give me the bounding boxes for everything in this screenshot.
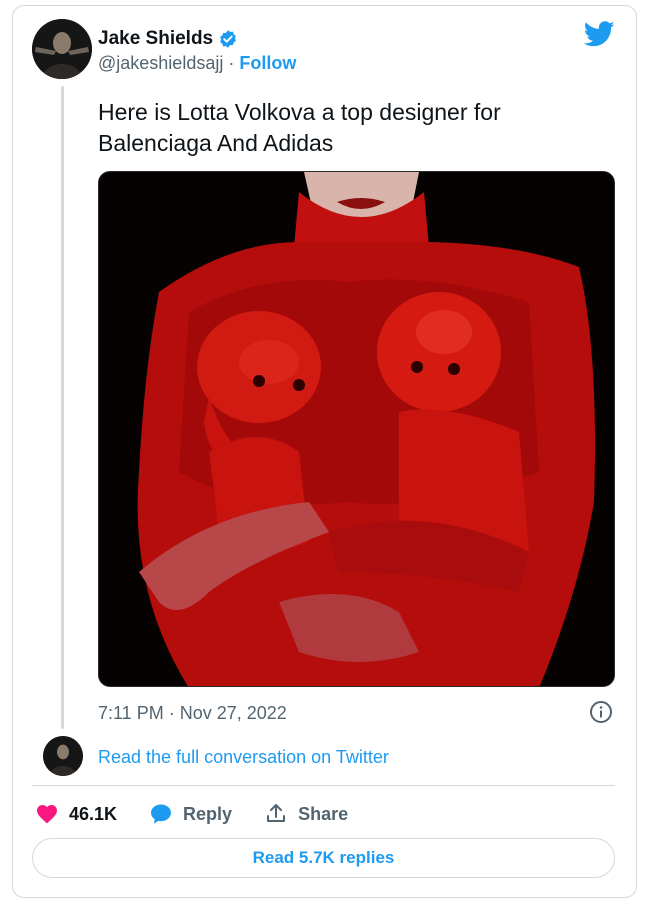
divider xyxy=(32,785,615,786)
avatar-portrait xyxy=(32,19,92,79)
author-name-row[interactable]: Jake Shields xyxy=(98,28,238,50)
action-bar: 46.1K Reply Share xyxy=(35,800,380,828)
like-button[interactable]: 46.1K xyxy=(35,802,117,826)
upload-icon xyxy=(267,804,286,822)
heart-icon xyxy=(37,805,57,824)
tweet-text: Here is Lotta Volkova a top designer for… xyxy=(98,99,501,156)
share-label: Share xyxy=(298,803,349,824)
author-handle[interactable]: @jakeshieldsajj xyxy=(98,53,223,73)
reply-button[interactable]: Reply xyxy=(149,802,232,826)
author-avatar[interactable] xyxy=(32,19,92,79)
twitter-bird-icon[interactable] xyxy=(584,21,615,47)
follow-link[interactable]: Follow xyxy=(239,53,296,73)
handle-separator: · xyxy=(223,53,240,73)
photo-content xyxy=(99,172,614,686)
thread-line xyxy=(61,86,64,729)
handle-row: @jakeshieldsajj · Follow xyxy=(98,53,296,74)
author-name[interactable]: Jake Shields xyxy=(98,28,213,50)
tweet-photo[interactable] xyxy=(98,171,615,687)
share-button[interactable]: Share xyxy=(264,802,348,826)
viewer-avatar xyxy=(43,736,83,776)
reply-label: Reply xyxy=(183,803,233,824)
read-conversation-link[interactable]: Read the full conversation on Twitter xyxy=(98,747,389,768)
tweet-timestamp[interactable]: 7:11 PM · Nov 27, 2022 xyxy=(98,703,287,724)
read-replies-button[interactable]: Read 5.7K replies xyxy=(32,838,615,878)
verified-badge-icon xyxy=(220,30,236,48)
avatar-portrait-small xyxy=(43,736,83,776)
like-count: 46.1K xyxy=(69,803,118,824)
read-replies-label: Read 5.7K replies xyxy=(252,848,395,867)
speech-bubble-icon xyxy=(151,804,172,824)
info-icon[interactable] xyxy=(589,700,613,724)
